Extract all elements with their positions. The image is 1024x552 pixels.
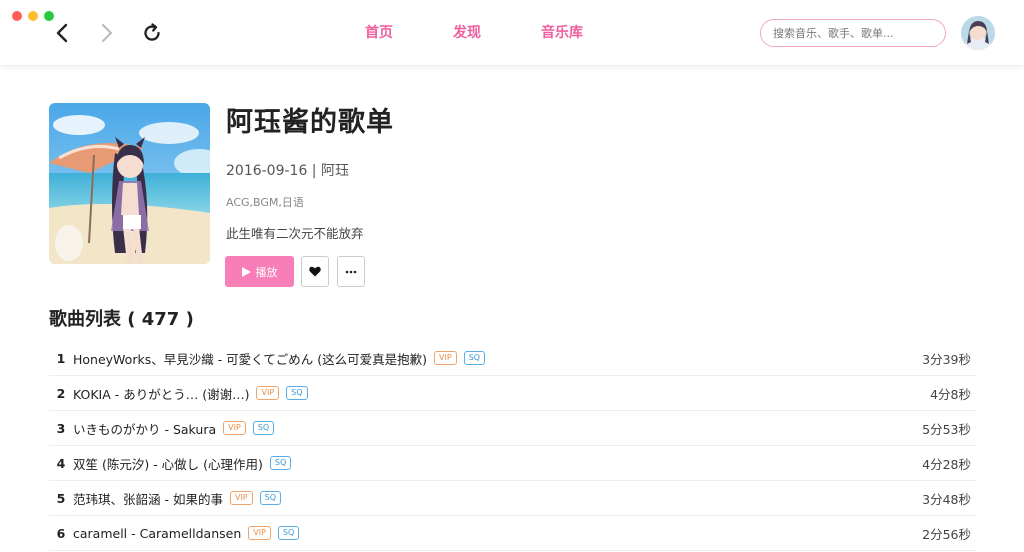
song-row[interactable]: 4 双笙 (陈元汐) - 心做し (心理作用) SQ 4分28秒 [49,446,977,481]
song-row[interactable]: 2 KOKIA - ありがとう… (谢谢…) VIP SQ 4分8秒 [49,376,977,411]
vip-badge: VIP [256,386,280,400]
vip-badge: VIP [434,351,457,365]
playlist-description: 此生唯有二次元不能放弃 [226,226,364,241]
song-number: 6 [56,525,66,541]
nav-link-discover[interactable]: 发现 [453,22,481,42]
vip-badge: VIP [223,421,246,435]
song-duration: 4分8秒 [930,386,971,402]
avatar[interactable] [961,16,995,50]
song-row[interactable]: 3 いきものがかり - Sakura VIP SQ 5分53秒 [49,411,977,446]
song-row[interactable]: 1 HoneyWorks、早見沙織 - 可愛くてごめん (这么可爱真是抱歉) V… [49,341,977,376]
sq-badge: SQ [269,456,292,470]
like-button[interactable] [301,256,329,287]
song-number: 1 [56,350,66,366]
song-number: 2 [56,385,66,401]
song-title: caramell - Caramelldansen [73,525,242,541]
play-button[interactable]: 播放 [225,256,294,287]
song-list-heading: 歌曲列表 ( 477 ) [49,309,194,330]
song-title: KOKIA - ありがとう… (谢谢…) [73,386,250,402]
song-duration: 4分28秒 [922,456,971,472]
playlist-tags: ACG,BGM,日语 [226,196,304,209]
more-icon [345,270,357,273]
top-bar: 首页 发现 音乐库 [0,0,1024,66]
sq-badge: SQ [286,386,308,400]
playlist-cover [49,103,210,264]
song-number: 4 [56,455,66,471]
song-duration: 2分56秒 [922,526,971,542]
playlist-title: 阿珏酱的歌单 [226,107,394,138]
sq-badge: SQ [259,491,281,505]
song-row[interactable]: 5 范玮琪、张韶涵 - 如果的事 VIP SQ 3分48秒 [49,481,977,516]
song-number: 3 [56,420,66,436]
song-list: 1 HoneyWorks、早見沙織 - 可愛くてごめん (这么可爱真是抱歉) V… [49,341,977,551]
more-button[interactable] [337,256,365,287]
play-button-label: 播放 [255,266,278,279]
vip-badge: VIP [248,526,271,540]
window-close-button[interactable] [12,11,22,21]
sq-badge: SQ [463,351,486,365]
song-duration: 5分53秒 [922,421,971,437]
search-input[interactable] [760,19,946,47]
play-icon [241,266,251,277]
song-title: HoneyWorks、早見沙織 - 可愛くてごめん (这么可爱真是抱歉) [73,351,428,367]
sq-badge: SQ [252,421,275,435]
nav-link-home[interactable]: 首页 [365,22,393,42]
sq-badge: SQ [277,526,300,540]
playlist-meta: 2016-09-16 | 阿珏 [226,163,349,179]
vip-badge: VIP [229,491,253,505]
song-row[interactable]: 6 caramell - Caramelldansen VIP SQ 2分56秒 [49,516,977,551]
song-duration: 3分39秒 [922,351,971,367]
cover-image [49,103,210,264]
song-number: 5 [56,490,66,506]
song-title: いきものがかり - Sakura [73,421,217,437]
window-minimize-button[interactable] [28,11,38,21]
song-title: 双笙 (陈元汐) - 心做し (心理作用) [73,456,263,472]
nav-link-library[interactable]: 音乐库 [541,22,583,42]
song-title: 范玮琪、张韶涵 - 如果的事 [73,491,223,507]
avatar-image [961,16,995,50]
song-duration: 3分48秒 [922,491,971,507]
heart-icon [309,266,321,277]
